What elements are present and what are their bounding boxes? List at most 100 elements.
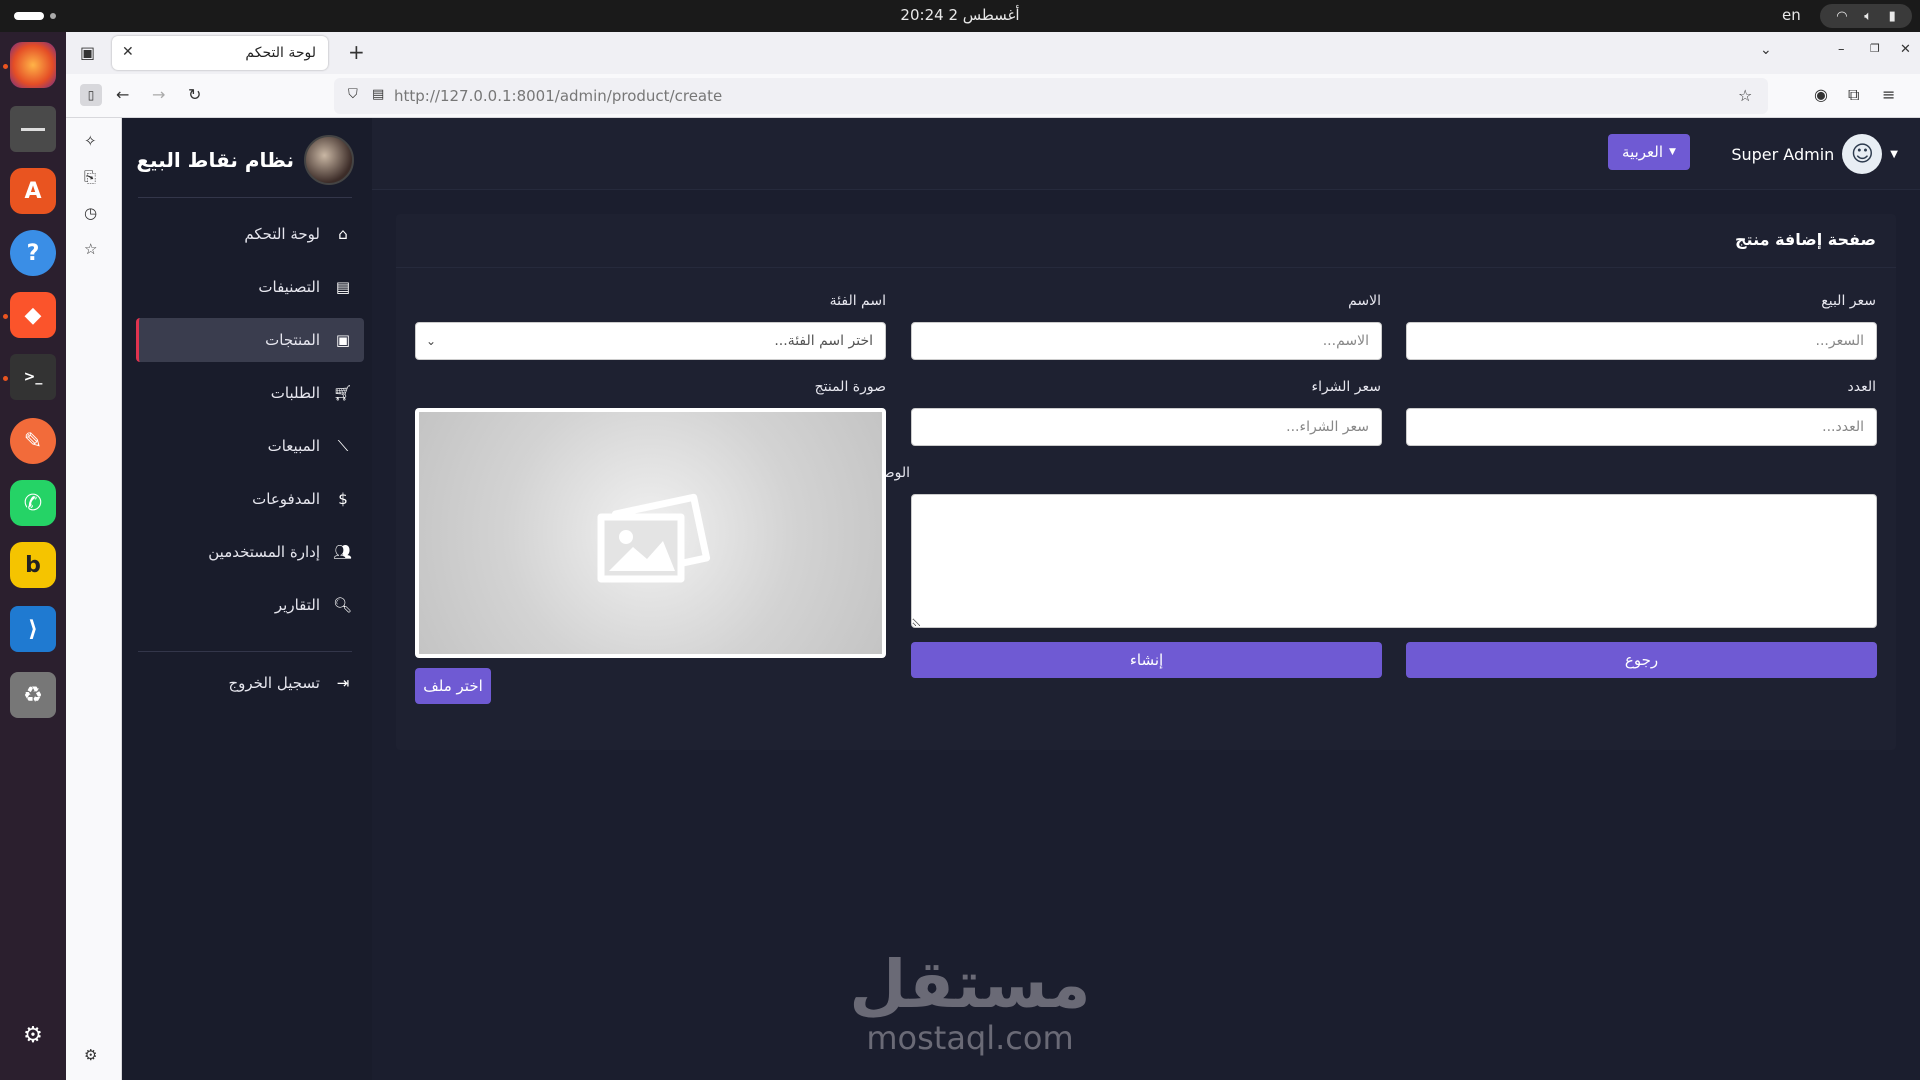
purchase-price-input[interactable]	[911, 408, 1382, 446]
keyboard-language[interactable]: en	[1782, 6, 1801, 24]
tab-close-icon[interactable]: ✕	[122, 44, 134, 60]
browser-toolbar: ▯ ← → ↻ ⛉ ▤ http://127.0.0.1:8001/admin/…	[66, 74, 1920, 118]
box-icon: ▣	[335, 331, 351, 349]
minimize-icon[interactable]: –	[1838, 42, 1845, 57]
language-label: العربية	[1622, 143, 1664, 161]
account-icon[interactable]: ◉	[1814, 85, 1828, 104]
firefox-icon[interactable]	[10, 42, 56, 88]
shield-icon[interactable]: ⛉	[348, 87, 358, 102]
ai-chat-icon[interactable]: ✧	[84, 132, 97, 150]
category-select[interactable]: اختر اسم الفئة... ⌄	[415, 322, 886, 360]
brave-browser-icon[interactable]: ◆	[10, 292, 56, 338]
sidebar-item-dashboard[interactable]: ⌂ لوحة التحكم	[136, 212, 364, 256]
dollar-icon: $	[338, 490, 348, 508]
system-clock[interactable]: أغسطس 2 20:24	[0, 6, 1920, 24]
sidebar-item-label: المنتجات	[265, 331, 320, 349]
language-dropdown-button[interactable]: العربية ▼	[1608, 134, 1690, 170]
sidebar-item-label: إدارة المستخدمين	[208, 543, 320, 561]
category-label: اسم الفئة	[829, 293, 886, 309]
volume-icon: 🔈︎	[1864, 8, 1872, 24]
back-icon[interactable]: ←	[116, 85, 129, 104]
product-create-card: صفحة إضافة منتج سعر البيع العدد الاسم سع…	[396, 214, 1896, 750]
history-icon[interactable]: ◷	[84, 204, 97, 222]
menu-icon[interactable]: ≡	[1882, 85, 1895, 104]
brand-logo	[304, 135, 354, 185]
b-app-icon[interactable]: b	[10, 542, 56, 588]
maximize-icon[interactable]: ❐	[1870, 42, 1880, 55]
sidebar-item-sales[interactable]: ⟋ المبيعات	[136, 424, 364, 468]
running-indicator	[3, 314, 8, 319]
logout-icon: ⇥	[336, 674, 350, 692]
vscode-icon[interactable]: ⟩	[10, 606, 56, 652]
sidebar-item-orders[interactable]: 🛒︎ الطلبات	[136, 371, 364, 415]
watermark-latin: mostaql.com	[866, 1019, 1074, 1057]
page-info-icon[interactable]: ▤	[372, 87, 384, 102]
card-header: صفحة إضافة منتج	[396, 214, 1896, 268]
name-label: الاسم	[1348, 293, 1381, 309]
system-tray[interactable]: ◠ 🔈︎ ▮	[1820, 4, 1912, 28]
window-close-icon[interactable]: ✕	[1900, 42, 1911, 57]
wifi-icon: ◠	[1836, 8, 1848, 24]
tab-title: لوحة التحكم	[245, 45, 316, 61]
sidebar-item-categories[interactable]: ▤ التصنيفات	[136, 265, 364, 309]
user-menu[interactable]: Super Admin ☺ ▼	[1731, 134, 1898, 174]
sidebar-toggle-icon[interactable]: ▯	[80, 84, 102, 106]
browser-sidebar: ✧ ⎘ ◷ ☆ ⚙	[66, 118, 122, 1080]
forward-icon[interactable]: →	[152, 85, 165, 104]
synced-tabs-icon[interactable]: ⎘	[84, 168, 96, 186]
customize-settings-icon[interactable]: ⚙	[84, 1046, 97, 1064]
sidebar-item-label: التصنيفات	[258, 278, 320, 296]
show-apps-icon[interactable]: ⚙	[10, 1012, 56, 1058]
browser-tab-bar: ▣ لوحة التحكم ✕ + ⌄ – ❐ ✕	[66, 32, 1920, 74]
sidebar-item-reports[interactable]: 🔍︎ التقارير	[136, 583, 364, 627]
postman-icon[interactable]: ✎	[10, 418, 56, 464]
tab-overview-icon[interactable]: ▣	[80, 43, 95, 62]
chart-line-icon: ⟋	[337, 437, 349, 455]
ubuntu-dock: A ? ◆ >_ ✎ ✆ b ⟩ ♻ ⚙	[0, 32, 66, 1080]
sale-price-label: سعر البيع	[1821, 293, 1876, 309]
product-image-label: صورة المنتج	[814, 379, 886, 395]
running-indicator	[3, 64, 8, 69]
bookmarks-icon[interactable]: ☆	[84, 240, 97, 258]
description-textarea[interactable]	[911, 494, 1877, 628]
top-navbar: العربية ▼ Super Admin ☺ ▼	[372, 118, 1920, 190]
browser-tab[interactable]: لوحة التحكم ✕	[112, 36, 328, 70]
sale-price-input[interactable]	[1406, 322, 1877, 360]
page-title: صفحة إضافة منتج	[1735, 230, 1876, 249]
running-indicator	[3, 376, 8, 381]
reload-icon[interactable]: ↻	[188, 85, 201, 104]
quantity-label: العدد	[1847, 379, 1877, 395]
new-tab-icon[interactable]: +	[348, 40, 365, 64]
whatsapp-icon[interactable]: ✆	[10, 480, 56, 526]
chevron-down-icon: ⌄	[426, 334, 437, 348]
image-placeholder-icon	[597, 493, 710, 583]
sidebar-item-products[interactable]: ▣ المنتجات	[136, 318, 364, 362]
brand[interactable]: نظام نقاط البيع	[136, 134, 354, 186]
sidebar-item-payments[interactable]: $ المدفوعات	[136, 477, 364, 521]
tab-list-chevron-icon[interactable]: ⌄	[1760, 42, 1772, 58]
help-icon[interactable]: ?	[10, 230, 56, 276]
user-name: Super Admin	[1731, 144, 1835, 164]
url-bar[interactable]: ⛉ ▤ http://127.0.0.1:8001/admin/product/…	[334, 78, 1768, 114]
caret-down-icon: ▼	[1669, 147, 1676, 157]
create-button[interactable]: إنشاء	[911, 642, 1382, 678]
back-button[interactable]: رجوع	[1406, 642, 1877, 678]
sidebar-item-users[interactable]: 👥︎ إدارة المستخدمين	[136, 530, 364, 574]
sidebar-item-logout[interactable]: ⇥ تسجيل الخروج	[136, 661, 364, 705]
choose-file-button[interactable]: اختر ملف	[415, 668, 491, 704]
watermark: مستقل mostaql.com	[820, 946, 1120, 1057]
bookmark-star-icon[interactable]: ☆	[1738, 86, 1752, 105]
app-center-icon[interactable]: A	[10, 168, 56, 214]
sidebar-item-label: التقارير	[274, 596, 320, 614]
name-input[interactable]	[911, 322, 1382, 360]
extensions-icon[interactable]: ⧉	[1848, 85, 1859, 105]
quantity-input[interactable]	[1406, 408, 1877, 446]
trash-icon[interactable]: ♻	[10, 672, 56, 718]
caret-down-icon: ▼	[1890, 148, 1898, 160]
files-icon[interactable]	[10, 106, 56, 152]
system-top-bar: أغسطس 2 20:24 en ◠ 🔈︎ ▮	[0, 0, 1920, 32]
sidebar-item-label: المبيعات	[267, 437, 320, 455]
sidebar-item-label: لوحة التحكم	[244, 225, 320, 243]
watermark-arabic: مستقل	[849, 946, 1091, 1023]
terminal-icon[interactable]: >_	[10, 354, 56, 400]
